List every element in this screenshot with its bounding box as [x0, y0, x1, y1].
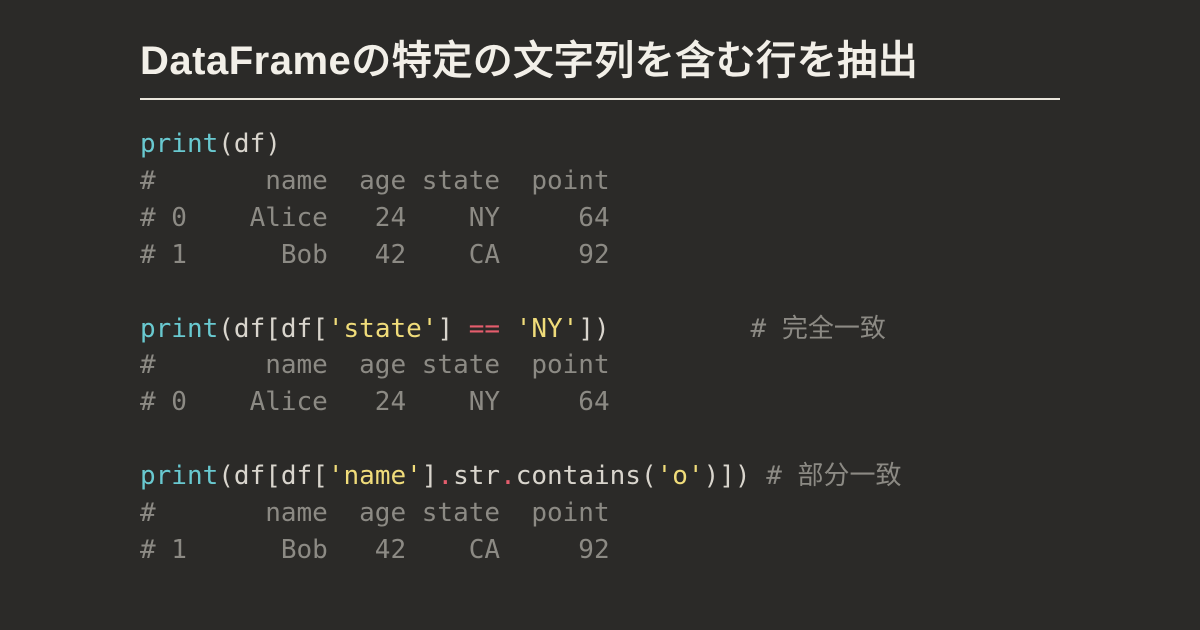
string-literal: 'o' — [657, 461, 704, 491]
code-block: print(df) # name age state point # 0 Ali… — [140, 126, 1060, 569]
inline-comment: # 部分一致 — [766, 461, 901, 491]
fn-print: print — [140, 314, 218, 344]
string-literal: 'state' — [328, 314, 438, 344]
fn-print: print — [140, 461, 218, 491]
code-text: )]) — [704, 461, 767, 491]
dot-operator: . — [500, 461, 516, 491]
output-line: # 1 Bob 42 CA 92 — [140, 240, 610, 270]
code-text — [500, 314, 516, 344]
string-literal: 'NY' — [516, 314, 579, 344]
slide-title: DataFrameの特定の文字列を含む行を抽出 — [140, 28, 1060, 100]
code-text: (df[df[ — [218, 461, 328, 491]
code-text: (df) — [218, 129, 281, 159]
code-text: str — [453, 461, 500, 491]
output-line: # name age state point — [140, 498, 610, 528]
code-slide: DataFrameの特定の文字列を含む行を抽出 print(df) # name… — [0, 0, 1200, 569]
operator: == — [469, 314, 500, 344]
output-line: # 0 Alice 24 NY 64 — [140, 387, 610, 417]
output-line: # name age state point — [140, 350, 610, 380]
output-line: # 0 Alice 24 NY 64 — [140, 203, 610, 233]
code-text: contains( — [516, 461, 657, 491]
code-text: ]) — [578, 314, 750, 344]
output-line: # name age state point — [140, 166, 610, 196]
code-text: ] — [437, 314, 468, 344]
string-literal: 'name' — [328, 461, 422, 491]
output-line: # 1 Bob 42 CA 92 — [140, 535, 610, 565]
code-text: ] — [422, 461, 438, 491]
fn-print: print — [140, 129, 218, 159]
inline-comment: # 完全一致 — [751, 314, 886, 344]
dot-operator: . — [437, 461, 453, 491]
code-text: (df[df[ — [218, 314, 328, 344]
